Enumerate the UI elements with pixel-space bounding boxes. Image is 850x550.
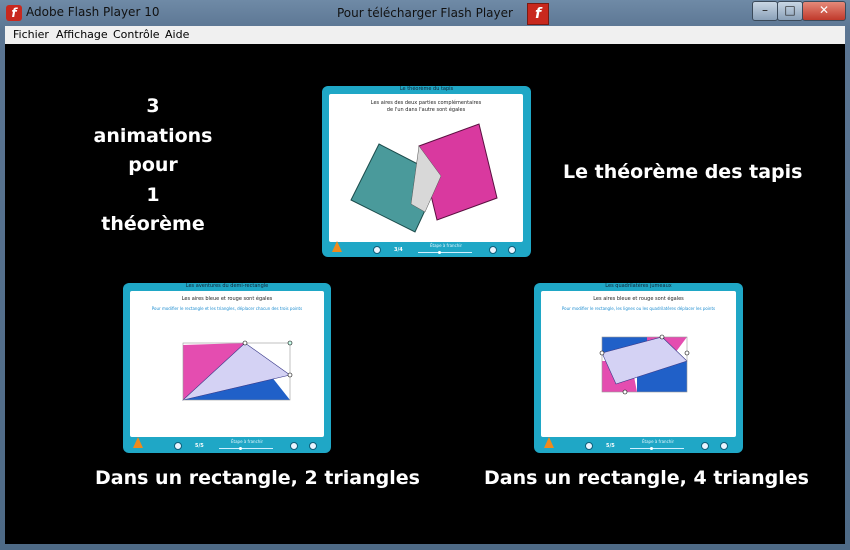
text-line: pour: [128, 154, 178, 176]
slider-knob[interactable]: [438, 251, 441, 254]
thumbnail-controls: 3/4 Étape à franchir: [322, 241, 531, 257]
menu-aide[interactable]: Aide: [165, 28, 189, 41]
next-button[interactable]: [701, 442, 709, 450]
theorem-title: Le théorème des tapis: [563, 161, 803, 183]
step-slider[interactable]: [418, 252, 472, 253]
text-line: 3: [146, 95, 160, 117]
fox-mascot-icon: [131, 434, 145, 448]
flash-app-icon: f: [6, 5, 22, 21]
thumbnail-half-rectangle[interactable]: Les aventures du demi-rectangle Les aire…: [123, 283, 331, 453]
thumbnail-twin-quadrilaterals[interactable]: Les quadrilatères jumeaux Les aires bleu…: [534, 283, 743, 453]
handle-point[interactable]: [599, 350, 605, 356]
handle-point[interactable]: [287, 340, 293, 346]
window-title: Adobe Flash Player 10: [26, 5, 160, 19]
play-button[interactable]: [720, 442, 728, 450]
thumbnail-title: Les quadrilatères jumeaux: [605, 283, 672, 289]
prev-button[interactable]: [585, 442, 593, 450]
menu-fichier[interactable]: Fichier: [13, 28, 49, 41]
animations-count-text: 3 animations pour 1 théorème: [83, 92, 223, 240]
play-button[interactable]: [309, 442, 317, 450]
thumbnail-carpet-theorem[interactable]: Le théorème du tapis Les aires des deux …: [322, 86, 531, 257]
download-flash-title[interactable]: Pour télécharger Flash Player: [337, 6, 513, 20]
menu-controle[interactable]: Contrôle: [113, 28, 160, 41]
close-button[interactable]: ✕: [802, 1, 846, 21]
thumbnail-controls: 5/5 Étape à franchir: [123, 437, 331, 453]
menu-affichage[interactable]: Affichage: [56, 28, 108, 41]
minimize-button[interactable]: –: [752, 1, 778, 21]
page-indicator: 5/5: [195, 443, 204, 449]
flash-player-window: f Adobe Flash Player 10 Pour télécharger…: [0, 0, 850, 550]
page-indicator: 3/4: [394, 247, 403, 253]
handle-point[interactable]: [659, 334, 665, 340]
caption-two-triangles: Dans un rectangle, 2 triangles: [95, 467, 420, 489]
step-label: Étape à franchir: [231, 439, 264, 444]
carpet-figure: [350, 123, 498, 233]
next-button[interactable]: [489, 246, 497, 254]
flash-stage[interactable]: 3 animations pour 1 théorème Le théorème…: [5, 44, 845, 544]
text-line: théorème: [101, 213, 205, 235]
step-label: Étape à franchir: [430, 243, 463, 248]
handle-point[interactable]: [287, 372, 293, 378]
fox-mascot-icon: [542, 434, 556, 448]
thumbnail-controls: 5/5 Étape à franchir: [534, 437, 743, 453]
fox-mascot-icon: [330, 238, 344, 252]
step-slider[interactable]: [630, 448, 684, 449]
handle-point[interactable]: [684, 350, 690, 356]
prev-button[interactable]: [174, 442, 182, 450]
thumbnail-title: Le théorème du tapis: [399, 86, 454, 92]
twin-quadrilaterals-figure: [599, 334, 690, 395]
mascot-shape: [332, 241, 342, 252]
step-slider[interactable]: [219, 448, 273, 449]
menu-bar: Fichier Affichage Contrôle Aide: [5, 26, 845, 45]
thumbnail-content: Les aires des deux parties complémentair…: [329, 94, 523, 242]
caption-four-triangles: Dans un rectangle, 4 triangles: [484, 467, 809, 489]
thumbnail-title: Les aventures du demi-rectangle: [185, 283, 269, 289]
title-bar: f Adobe Flash Player 10 Pour télécharger…: [0, 0, 850, 26]
handle-point[interactable]: [242, 340, 248, 346]
page-indicator: 5/5: [606, 443, 615, 449]
thumbnail-content: Les aires bleue et rouge sont égales Pou…: [130, 291, 324, 437]
prev-button[interactable]: [373, 246, 381, 254]
half-rectangle-figure: [181, 340, 293, 401]
step-label: Étape à franchir: [642, 439, 675, 444]
maximize-button[interactable]: □: [777, 1, 803, 21]
flash-logo-icon[interactable]: f: [527, 3, 549, 25]
thumbnail-content: Les aires bleue et rouge sont égales Pou…: [541, 291, 736, 437]
text-line: 1: [146, 183, 160, 206]
slider-knob[interactable]: [239, 447, 242, 450]
play-button[interactable]: [508, 246, 516, 254]
slider-knob[interactable]: [650, 447, 653, 450]
text-line: animations: [93, 124, 213, 147]
next-button[interactable]: [290, 442, 298, 450]
handle-point[interactable]: [622, 389, 628, 395]
mascot-shape: [544, 437, 554, 448]
mascot-shape: [133, 437, 143, 448]
